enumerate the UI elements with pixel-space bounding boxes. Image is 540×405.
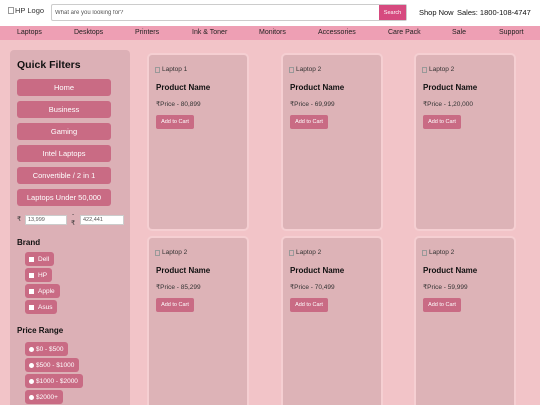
price-range-title: Price Range [17,326,64,335]
add-to-cart-button[interactable]: Add to Cart [156,298,194,312]
header: HP Logo Search Shop Now Sales: 1800-108-… [0,0,540,26]
product-card[interactable]: Laptop 2 Product Name ₹Price - 59,999 Ad… [416,238,514,405]
checkbox-icon [29,272,34,278]
nav-item-care-pack[interactable]: Care Pack [388,29,421,36]
product-price: ₹Price - 1,20,000 [423,101,474,108]
product-price: ₹Price - 85,299 [156,284,201,291]
product-price: ₹Price - 70,499 [290,284,335,291]
product-price: ₹Price - 59,999 [423,284,468,291]
filter-home-button[interactable]: Home [17,79,111,96]
add-to-cart-button[interactable]: Add to Cart [290,298,328,312]
brand-hp-checkbox[interactable]: HP [25,268,53,282]
sales-phone: Sales: 1800-108-4747 [457,8,531,17]
product-image: Laptop 1 [155,66,187,73]
hp-logo[interactable]: HP Logo [8,6,44,15]
product-name: Product Name [156,266,211,275]
broken-image-icon [422,249,427,256]
add-to-cart-button[interactable]: Add to Cart [423,115,461,129]
product-card[interactable]: Laptop 2 Product Name ₹Price - 85,299 Ad… [149,238,247,405]
broken-image-icon [289,249,294,256]
nav-item-monitors[interactable]: Monitors [259,29,286,36]
nav-item-support[interactable]: Support [499,29,524,36]
broken-image-icon [155,249,160,256]
product-name: Product Name [423,83,478,92]
filter-under-50000-button[interactable]: Laptops Under 50,000 [17,189,111,206]
search-button[interactable]: Search [379,5,406,20]
product-name: Product Name [156,83,211,92]
brand-asus-checkbox[interactable]: Asus [25,300,58,314]
broken-image-icon [289,66,294,73]
product-price: ₹Price - 69,999 [290,101,335,108]
product-image: Laptop 2 [289,66,321,73]
product-card[interactable]: Laptop 2 Product Name ₹Price - 69,999 Ad… [283,55,381,229]
filter-convertible-button[interactable]: Convertible / 2 in 1 [17,167,111,184]
nav-item-desktops[interactable]: Desktops [74,29,103,36]
broken-image-icon [155,66,160,73]
add-to-cart-button[interactable]: Add to Cart [423,298,461,312]
radio-icon [29,378,34,384]
brand-apple-checkbox[interactable]: Apple [25,284,60,298]
quick-filters-title: Quick Filters [17,59,81,71]
radio-icon [29,394,34,400]
main-nav: Laptops Desktops Printers Ink & Toner Mo… [0,26,540,40]
brand-title: Brand [17,238,41,247]
radio-icon [29,362,34,368]
nav-item-accessories[interactable]: Accessories [318,29,356,36]
filter-business-button[interactable]: Business [17,101,111,118]
brand-dell-checkbox[interactable]: Dell [25,252,55,266]
product-image: Laptop 2 [289,249,321,256]
shop-now-link[interactable]: Shop Now [419,8,454,17]
price-range-500-1000-radio[interactable]: $500 - $1000 [25,358,80,372]
broken-image-icon [8,7,14,14]
min-price-input[interactable]: 13,999 [25,215,67,225]
price-range-1000-2000-radio[interactable]: $1000 - $2000 [25,374,83,388]
nav-item-ink-toner[interactable]: Ink & Toner [192,29,227,36]
product-image: Laptop 2 [155,249,187,256]
filter-gaming-button[interactable]: Gaming [17,123,111,140]
radio-icon [29,346,34,352]
broken-image-icon [422,66,427,73]
product-image: Laptop 2 [422,66,454,73]
rupee-symbol: ₹ [17,216,22,223]
nav-item-laptops[interactable]: Laptops [17,29,42,36]
nav-item-printers[interactable]: Printers [135,29,159,36]
nav-item-sale[interactable]: Sale [452,29,466,36]
filters-sidebar: Quick Filters Home Business Gaming Intel… [10,50,130,405]
product-card[interactable]: Laptop 2 Product Name ₹Price - 1,20,000 … [416,55,514,229]
price-range-2000-plus-radio[interactable]: $2000+ [25,390,63,404]
product-card[interactable]: Laptop 2 Product Name ₹Price - 70,499 Ad… [283,238,381,405]
search-bar: Search [51,4,407,21]
product-price: ₹Price - 80,899 [156,101,201,108]
range-dash: - [72,211,75,218]
checkbox-icon [29,256,34,262]
product-image: Laptop 2 [422,249,454,256]
product-name: Product Name [290,83,345,92]
checkbox-icon [29,288,34,294]
search-input[interactable] [52,5,380,20]
checkbox-icon [29,304,34,310]
product-card[interactable]: Laptop 1 Product Name ₹Price - 80,899 Ad… [149,55,247,229]
max-price-input[interactable]: 422,441 [80,215,124,225]
logo-alt-text: HP Logo [15,6,45,15]
product-name: Product Name [290,266,345,275]
add-to-cart-button[interactable]: Add to Cart [290,115,328,129]
add-to-cart-button[interactable]: Add to Cart [156,115,194,129]
product-name: Product Name [423,266,478,275]
price-range-0-500-radio[interactable]: $0 - $500 [25,342,69,356]
rupee-symbol-max: ₹ [71,220,76,227]
filter-intel-laptops-button[interactable]: Intel Laptops [17,145,111,162]
